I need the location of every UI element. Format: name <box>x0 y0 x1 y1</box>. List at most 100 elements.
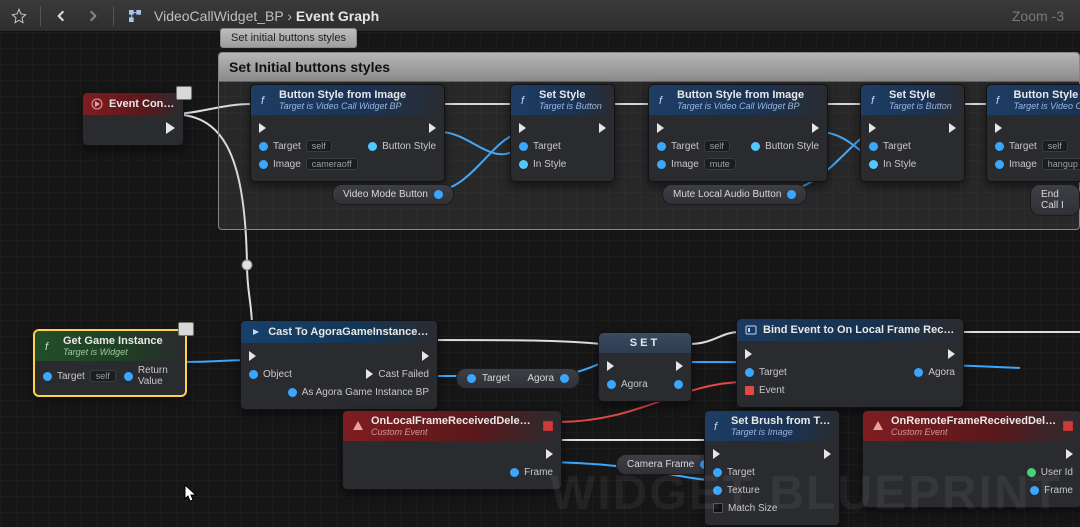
pin-image[interactable]: Imagecameraoff <box>259 158 358 170</box>
pin-target[interactable]: Targetself <box>259 140 332 152</box>
pin-in-style[interactable]: In Style <box>519 159 566 170</box>
exec-out-pin[interactable] <box>676 361 683 371</box>
node-set-style-1[interactable]: f Set Style Target is Button Target In S… <box>510 84 615 182</box>
pin-texture[interactable]: Texture <box>713 485 760 496</box>
node-event-construct[interactable]: Event Construct <box>82 92 184 146</box>
pin-frame[interactable]: Frame <box>1030 485 1073 496</box>
exec-out-pin[interactable] <box>948 349 955 359</box>
node-button-style-from-image-1[interactable]: f Button Style from Image Target is Vide… <box>250 84 445 182</box>
bind-event-icon <box>745 323 757 337</box>
nav-back-button[interactable] <box>49 4 75 28</box>
pin-frame[interactable]: Frame <box>510 467 553 478</box>
linked-asset-icon[interactable] <box>178 322 194 336</box>
pin-in-style[interactable]: In Style <box>869 159 916 170</box>
pin-button-style[interactable]: Button Style <box>368 141 436 152</box>
function-icon: f <box>519 93 533 107</box>
variable-video-mode-button[interactable]: Video Mode Button <box>332 184 454 205</box>
delegate-out-pin[interactable] <box>543 421 553 431</box>
linked-asset-icon[interactable] <box>176 86 192 100</box>
pin-image[interactable]: Imagehangup <box>995 158 1080 170</box>
exec-in-pin[interactable] <box>259 123 266 133</box>
event-icon <box>351 419 365 433</box>
node-on-remote-frame-received[interactable]: OnRemoteFrameReceivedDelegate_Event_0 Cu… <box>862 410 1080 508</box>
node-button-style-from-image-2[interactable]: f Button Style from Image Target is Vide… <box>648 84 828 182</box>
node-bind-event-on-local-frame[interactable]: Bind Event to On Local Frame Received De… <box>736 318 964 408</box>
breadcrumb-sep: › <box>287 8 292 24</box>
node-set-style-2[interactable]: f Set Style Target is Button Target In S… <box>860 84 965 182</box>
variable-mute-local-audio-button[interactable]: Mute Local Audio Button <box>662 184 807 205</box>
pin-target[interactable]: Target <box>745 367 787 378</box>
reroute-target-agora[interactable]: Target Agora <box>456 368 580 389</box>
exec-in-pin[interactable] <box>713 449 720 459</box>
pin-event[interactable]: Event <box>745 385 785 396</box>
variable-end-call-button[interactable]: End Call I <box>1030 184 1080 216</box>
delegate-out-pin[interactable] <box>1063 421 1073 431</box>
zoom-level-label: Zoom -3 <box>1012 8 1074 24</box>
pin-target[interactable]: Targetself <box>995 140 1068 152</box>
svg-text:f: f <box>261 95 265 106</box>
pin-agora-out[interactable]: Agora <box>914 367 955 378</box>
exec-out-pin[interactable] <box>166 122 175 134</box>
pin-target[interactable]: Target <box>519 141 561 152</box>
breadcrumb[interactable]: VideoCallWidget_BP › Event Graph <box>154 8 379 24</box>
exec-in-pin[interactable] <box>519 123 526 133</box>
exec-in-pin[interactable] <box>995 123 1002 133</box>
pin-target[interactable]: Targetself <box>43 370 116 382</box>
exec-out-pin[interactable] <box>949 123 956 133</box>
svg-text:f: f <box>714 421 718 432</box>
svg-text:f: f <box>871 95 875 106</box>
node-cast-to-agora-game-instance[interactable]: Cast To AgoraGameInstance_BP Object Cast… <box>240 320 438 410</box>
pin-match-size[interactable]: Match Size <box>713 503 777 514</box>
pin-target[interactable]: Target <box>869 141 911 152</box>
exec-in-pin[interactable] <box>607 361 614 371</box>
node-title: Set Brush from Texture <box>731 415 831 427</box>
toolbar-separator <box>113 6 114 26</box>
pin-image[interactable]: Imagemute <box>657 158 736 170</box>
pin-target[interactable]: Target <box>713 467 755 478</box>
favorite-star-button[interactable] <box>6 4 32 28</box>
svg-text:f: f <box>521 95 525 106</box>
cast-icon <box>249 325 262 339</box>
pin-target[interactable]: Targetself <box>657 140 730 152</box>
exec-out-pin[interactable] <box>824 449 831 459</box>
exec-in-pin[interactable] <box>249 351 256 361</box>
node-title: OnLocalFrameReceivedDelegate_Event_0 <box>371 415 537 427</box>
graph-home-button[interactable] <box>122 4 148 28</box>
arrow-left-icon <box>54 8 70 24</box>
exec-out-pin[interactable] <box>599 123 606 133</box>
pin-agora-out[interactable] <box>674 380 683 389</box>
node-get-game-instance[interactable]: f Get Game Instance Target is Widget Tar… <box>34 330 186 396</box>
node-title: Set Style <box>889 89 952 101</box>
node-button-style-from-image-3[interactable]: f Button Style from Image Target is Vide… <box>986 84 1080 182</box>
breadcrumb-leaf[interactable]: Event Graph <box>296 8 379 24</box>
exec-out-pin[interactable] <box>812 123 819 133</box>
breadcrumb-root[interactable]: VideoCallWidget_BP <box>154 8 283 24</box>
exec-out-pin[interactable] <box>1066 449 1073 459</box>
exec-out-pin[interactable] <box>422 351 429 361</box>
comment-title[interactable]: Set Initial buttons styles <box>219 53 1079 82</box>
pin-user-id[interactable]: User Id <box>1027 467 1073 478</box>
pin-object[interactable]: Object <box>249 369 292 380</box>
function-icon: f <box>259 93 273 107</box>
node-subtitle: Target is Button <box>539 101 602 111</box>
node-set-brush-from-texture[interactable]: f Set Brush from Texture Target is Image… <box>704 410 840 526</box>
node-on-local-frame-received[interactable]: OnLocalFrameReceivedDelegate_Event_0 Cus… <box>342 410 562 490</box>
pin-cast-failed[interactable]: Cast Failed <box>366 369 429 380</box>
node-title: Event Construct <box>109 98 175 110</box>
pin-button-style[interactable]: Button Style <box>751 141 819 152</box>
node-subtitle: Target is Video Call Widget BP <box>279 101 406 111</box>
graph-icon <box>127 8 143 24</box>
exec-out-pin[interactable] <box>429 123 436 133</box>
exec-in-pin[interactable] <box>869 123 876 133</box>
exec-in-pin[interactable] <box>657 123 664 133</box>
exec-out-pin[interactable] <box>546 449 553 459</box>
function-icon: f <box>995 93 1008 107</box>
function-icon: f <box>43 339 57 353</box>
exec-in-pin[interactable] <box>745 349 752 359</box>
pin-return-value[interactable]: Return Value <box>124 365 177 387</box>
graph-canvas[interactable]: Set Initial buttons styles Event Constru… <box>0 32 1080 527</box>
pin-agora[interactable]: Agora <box>607 379 648 390</box>
nav-forward-button[interactable] <box>79 4 105 28</box>
node-set-agora[interactable]: SET Agora <box>598 332 692 402</box>
pin-as-agora-game-instance[interactable]: As Agora Game Instance BP <box>288 387 429 398</box>
